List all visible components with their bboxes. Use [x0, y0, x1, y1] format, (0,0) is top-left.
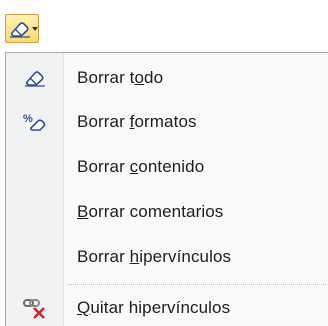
- clear-dropdown-button[interactable]: [5, 14, 39, 43]
- chevron-down-icon: [32, 26, 38, 31]
- clear-menu: Borrar todo % Borrar formatos Borrar con…: [5, 52, 328, 326]
- menu-separator: [68, 284, 326, 285]
- clear-formats-icon: %: [23, 113, 45, 131]
- remove-hyperlink-icon: [22, 299, 45, 319]
- ribbon-area: [0, 0, 328, 54]
- menu-item-clear-comments[interactable]: Borrar comentarios: [6, 190, 328, 234]
- eraser-icon: [10, 21, 30, 38]
- eraser-icon: [24, 71, 45, 87]
- menu-item-label: Borrar formatos: [77, 112, 197, 131]
- menu-item-clear-formats[interactable]: % Borrar formatos: [6, 100, 328, 144]
- menu-item-label: Borrar comentarios: [77, 202, 224, 221]
- menu-item-label: Borrar hipervínculos: [77, 247, 232, 266]
- menu-item-label: Borrar contenido: [77, 157, 205, 176]
- menu-item-label: Borrar todo: [77, 68, 164, 87]
- menu-item-label: Quitar hipervínculos: [77, 298, 231, 317]
- menu-item-clear-contents[interactable]: Borrar contenido: [6, 145, 328, 189]
- menu-item-remove-hyperlinks[interactable]: Quitar hipervínculos: [6, 286, 328, 326]
- svg-text:%: %: [23, 113, 33, 125]
- menu-item-clear-all[interactable]: Borrar todo: [6, 56, 328, 100]
- menu-item-clear-hyperlinks[interactable]: Borrar hipervínculos: [6, 235, 328, 279]
